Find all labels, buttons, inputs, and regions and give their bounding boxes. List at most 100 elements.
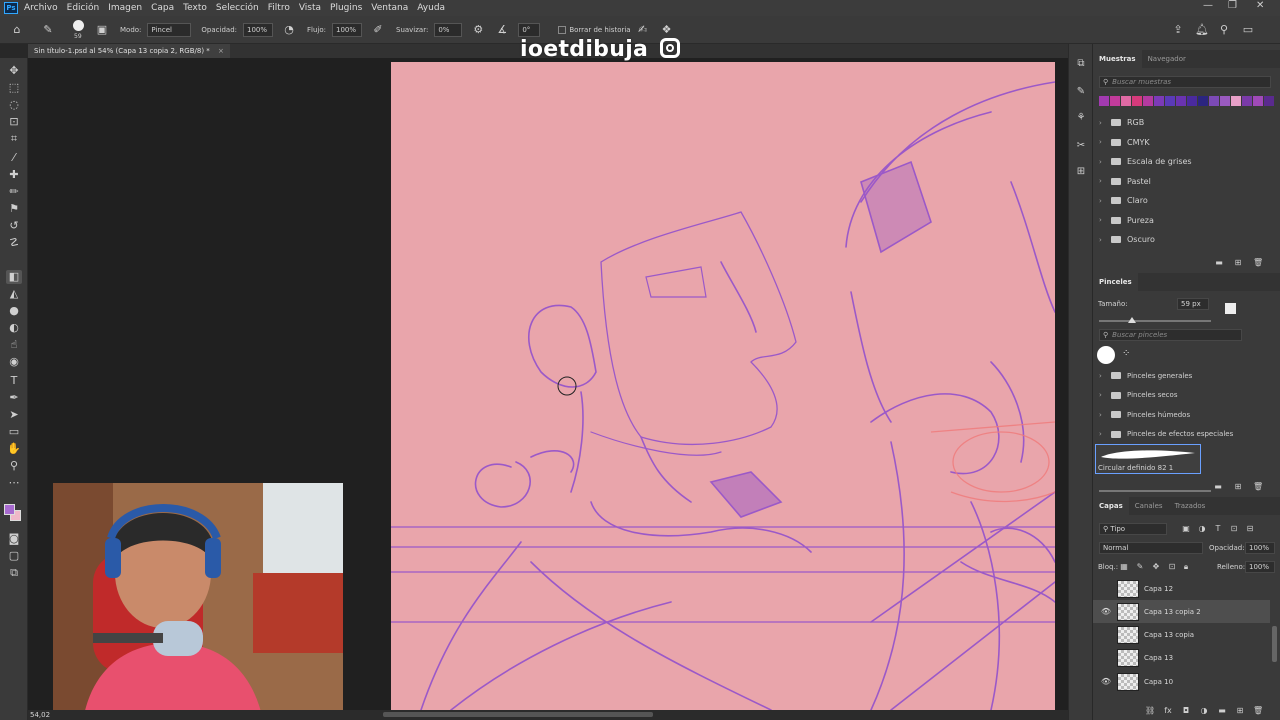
menu-plugins[interactable]: Plugins — [330, 3, 362, 13]
menu-capa[interactable]: Capa — [151, 3, 174, 13]
fill-input[interactable]: 100% — [1245, 561, 1275, 573]
swatch-folder[interactable]: › Escala de grises — [1093, 152, 1280, 171]
mode-select[interactable]: Pincel — [147, 22, 192, 37]
brush-tool-icon[interactable]: ✏ — [6, 185, 22, 199]
brush-preset-selected[interactable]: Circular definido 82 1 — [1095, 444, 1201, 474]
new-layer-icon[interactable]: ⊞ — [1235, 706, 1245, 716]
filter-shape-icon[interactable]: ⊡ — [1229, 524, 1239, 534]
swatch-chip[interactable] — [1198, 96, 1208, 106]
brush-folder[interactable]: › Pinceles húmedos — [1093, 405, 1280, 424]
search-icon[interactable]: ⚲ — [1217, 23, 1231, 37]
horizontal-scrollbar[interactable] — [383, 712, 653, 717]
rectangle-tool-icon[interactable]: ▭ — [6, 425, 22, 439]
restore-icon[interactable]: ❐ — [1228, 0, 1237, 11]
lock-position-icon[interactable]: ✥ — [1151, 562, 1161, 572]
notifications-bell-icon[interactable]: 🔔︎ — [1195, 23, 1209, 37]
delete-layer-icon[interactable]: 🗑︎ — [1253, 706, 1263, 716]
brush-size-input[interactable]: 59 px — [1177, 298, 1209, 310]
airbrush-icon[interactable]: ✐ — [371, 23, 385, 37]
new-group-icon[interactable]: ▬ — [1214, 258, 1224, 268]
tab-pinceles[interactable]: Pinceles — [1093, 273, 1138, 291]
new-swatch-icon[interactable]: ⊞ — [1233, 258, 1243, 268]
paint-bucket-tool-icon[interactable]: ◭ — [6, 287, 22, 301]
swatches-search-input[interactable]: ⚲ Buscar muestras — [1099, 76, 1271, 88]
lock-artboard-icon[interactable]: ⊡ — [1167, 562, 1177, 572]
blur-tool-icon[interactable]: ● — [6, 304, 22, 318]
swatch-folder[interactable]: › Pureza — [1093, 211, 1280, 230]
brush-settings-panel-icon[interactable]: ✎ — [1073, 84, 1089, 100]
new-group-folder-icon[interactable]: ▬ — [1217, 706, 1227, 716]
tab-capas[interactable]: Capas — [1093, 497, 1129, 515]
tab-trazados[interactable]: Trazados — [1169, 497, 1212, 515]
chevron-right-icon[interactable]: › — [1099, 391, 1109, 399]
edit-brush-icon[interactable] — [1225, 303, 1236, 314]
hand-tool-icon[interactable]: ✋ — [6, 442, 22, 456]
chevron-right-icon[interactable]: › — [1099, 197, 1109, 205]
swatch-chip[interactable] — [1121, 96, 1131, 106]
dodge-tool-icon[interactable]: ◐ — [6, 321, 22, 335]
history-checkbox[interactable] — [558, 25, 567, 34]
preset-size-slider[interactable] — [1099, 490, 1211, 492]
tab-muestras[interactable]: Muestras — [1093, 50, 1142, 68]
opacity-input[interactable]: 100% — [243, 22, 273, 37]
smoothing-settings-gear-icon[interactable]: ⚙ — [471, 23, 485, 37]
filter-adjustment-icon[interactable]: ◑ — [1197, 524, 1207, 534]
filter-pixel-icon[interactable]: ▣ — [1181, 524, 1191, 534]
brushes-new-group-icon[interactable]: ▬ — [1213, 482, 1223, 492]
lock-transparency-icon[interactable]: ▦ — [1119, 562, 1129, 572]
layer-style-icon[interactable]: fx — [1163, 706, 1173, 716]
eraser-tool-icon[interactable]: ◧ — [6, 270, 22, 284]
brush-size-slider[interactable] — [1099, 320, 1211, 322]
visibility-eye-icon[interactable]: 👁︎ — [1099, 607, 1113, 616]
swatch-chip[interactable] — [1209, 96, 1219, 106]
swatch-folder[interactable]: › RGB — [1093, 113, 1280, 132]
swatch-chip[interactable] — [1187, 96, 1197, 106]
swatch-folder[interactable]: › CMYK — [1093, 133, 1280, 152]
smudge-tool-icon[interactable]: ☝ — [6, 338, 22, 352]
screen-mode-icon[interactable]: ▢ — [6, 549, 22, 563]
document-tab[interactable]: Sin título-1.psd al 54% (Capa 13 copia 2… — [28, 44, 230, 58]
eyedropper-tool-icon[interactable]: ⁄ — [6, 151, 22, 165]
brushes-search-input[interactable]: ⚲ Buscar pinceles — [1099, 329, 1242, 341]
smooth-input[interactable]: 0% — [434, 22, 463, 37]
lock-all-icon[interactable]: 🔒︎ — [1181, 562, 1191, 572]
type-tool-icon[interactable]: T — [6, 374, 22, 388]
properties-icon[interactable]: ⧉ — [1073, 56, 1089, 72]
brush-size-picker[interactable]: 59 — [68, 18, 90, 42]
layer-row[interactable]: 👁︎ Capa 10 — [1093, 670, 1270, 693]
zoom-tool-icon[interactable]: ⚲ — [6, 459, 22, 473]
pressure-opacity-icon[interactable]: ◔ — [282, 23, 296, 37]
brush-size-slider-thumb[interactable] — [1128, 317, 1137, 323]
minimize-icon[interactable]: — — [1203, 0, 1213, 11]
chevron-right-icon[interactable]: › — [1099, 216, 1109, 224]
stamp-tool-icon[interactable]: ⚑ — [6, 202, 22, 216]
edit-toolbar-icon[interactable]: ⧉ — [6, 566, 22, 580]
swatch-chip[interactable] — [1143, 96, 1153, 106]
recent-brush-scatter-icon[interactable]: ⁘ — [1122, 348, 1130, 359]
menu-ayuda[interactable]: Ayuda — [417, 3, 445, 13]
chevron-right-icon[interactable]: › — [1099, 411, 1109, 419]
layer-row[interactable]: Capa 13 — [1093, 647, 1270, 670]
menu-vista[interactable]: Vista — [299, 3, 321, 13]
chevron-right-icon[interactable]: › — [1099, 138, 1109, 146]
filter-type-icon[interactable]: T — [1213, 524, 1223, 534]
lasso-tool-icon[interactable]: ◌ — [6, 98, 22, 112]
chevron-right-icon[interactable]: › — [1099, 119, 1109, 127]
swatch-chip[interactable] — [1220, 96, 1230, 106]
swatch-folder[interactable]: › Oscuro — [1093, 230, 1280, 249]
chevron-right-icon[interactable]: › — [1099, 236, 1109, 244]
menu-edicion[interactable]: Edición — [67, 3, 100, 13]
layer-row[interactable]: Capa 12 — [1093, 577, 1270, 600]
pen-tool-icon[interactable]: ✒ — [6, 391, 22, 405]
swatch-chip[interactable] — [1253, 96, 1263, 106]
close-tab-icon[interactable]: × — [218, 47, 224, 55]
workspace-icon[interactable]: ▭ — [1241, 23, 1255, 37]
swatch-chip[interactable] — [1132, 96, 1142, 106]
menu-imagen[interactable]: Imagen — [108, 3, 142, 13]
menu-ventana[interactable]: Ventana — [371, 3, 408, 13]
lock-pixels-icon[interactable]: ✎ — [1135, 562, 1145, 572]
history-panel-icon[interactable]: ⊞ — [1073, 164, 1089, 180]
spot-healing-tool-icon[interactable]: ✚ — [6, 168, 22, 182]
chevron-right-icon[interactable]: › — [1099, 372, 1109, 380]
swatch-chip[interactable] — [1154, 96, 1164, 106]
